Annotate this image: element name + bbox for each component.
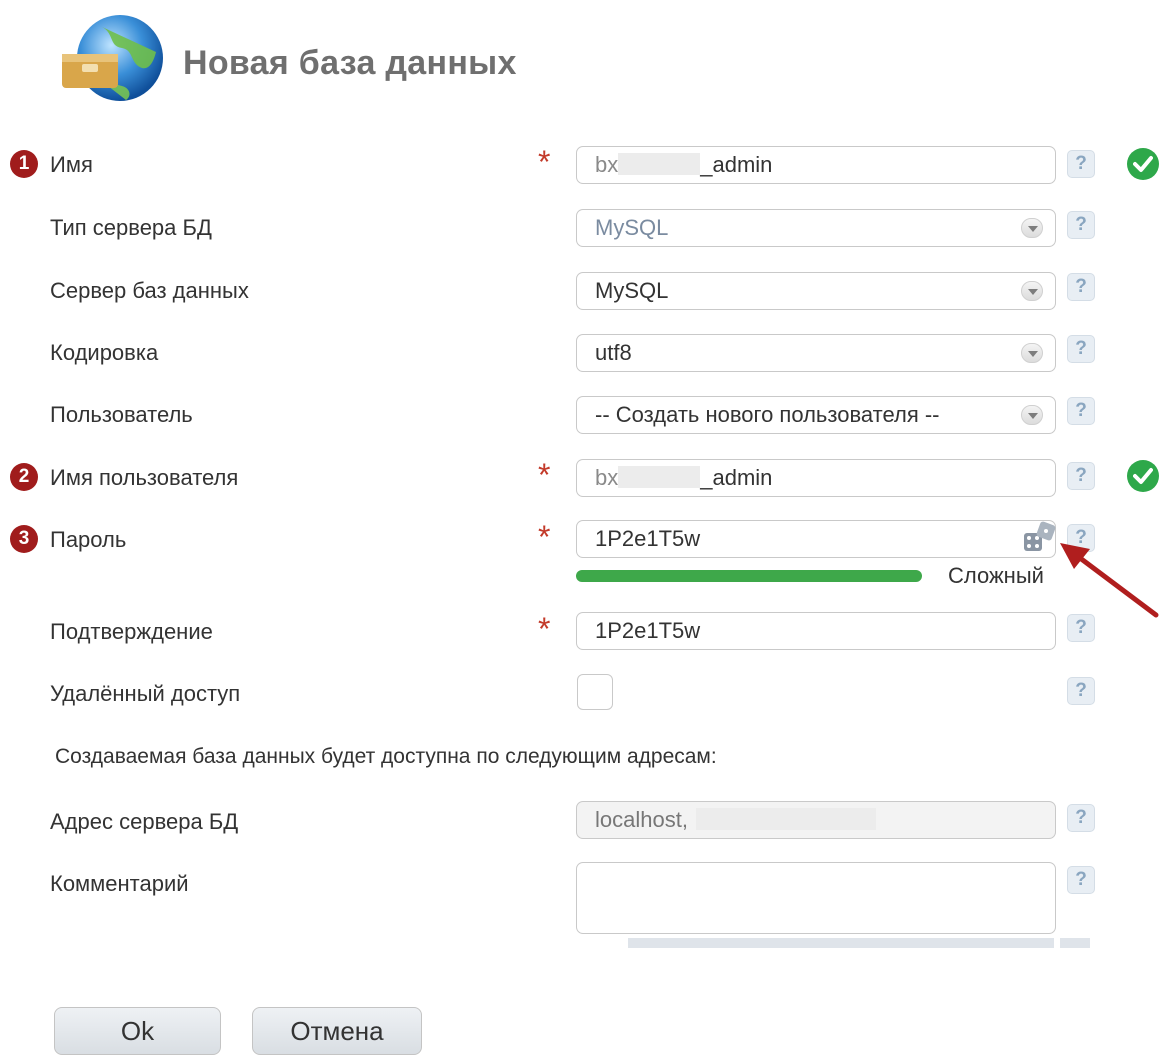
username-label: 2 Имя пользователя: [10, 463, 238, 491]
comment-textarea[interactable]: [576, 862, 1056, 934]
name-input[interactable]: bx _admin: [576, 146, 1056, 184]
password-label: 3 Пароль: [10, 525, 126, 553]
chevron-down-icon[interactable]: [1021, 405, 1043, 425]
cancel-button[interactable]: Отмена: [252, 1007, 422, 1055]
remote-access-checkbox[interactable]: [577, 674, 613, 710]
db-server-label: Сервер баз данных: [50, 278, 249, 303]
password-input[interactable]: 1P2e1T5w: [576, 520, 1056, 558]
password-strength-bar: [576, 570, 922, 582]
redacted-area: [618, 466, 701, 488]
confirm-password-input[interactable]: 1P2e1T5w: [576, 612, 1056, 650]
required-marker: *: [538, 611, 551, 647]
help-icon[interactable]: ?: [1067, 211, 1095, 239]
valid-check-icon: [1127, 460, 1159, 492]
horizontal-scrollbar[interactable]: [628, 938, 1054, 948]
valid-check-icon: [1127, 148, 1159, 180]
help-icon[interactable]: ?: [1067, 677, 1095, 705]
required-marker: *: [538, 457, 551, 493]
password-strength-label: Сложный: [948, 563, 1044, 588]
name-label: 1 Имя: [10, 150, 93, 178]
step-badge-2: 2: [10, 463, 38, 491]
chevron-down-icon[interactable]: [1021, 218, 1043, 238]
chevron-down-icon[interactable]: [1021, 343, 1043, 363]
user-label: Пользователь: [50, 402, 193, 427]
ok-button[interactable]: Ok: [54, 1007, 221, 1055]
server-address-field: localhost,: [576, 801, 1056, 839]
db-server-select[interactable]: MySQL: [576, 272, 1056, 310]
required-marker: *: [538, 519, 551, 555]
help-icon[interactable]: ?: [1067, 335, 1095, 363]
page-title: Новая база данных: [183, 44, 517, 82]
redacted-area: [618, 153, 701, 175]
confirm-label: Подтверждение: [50, 619, 213, 644]
comment-label: Комментарий: [50, 871, 189, 896]
remote-access-label: Удалённый доступ: [50, 681, 241, 706]
help-icon[interactable]: ?: [1067, 804, 1095, 832]
server-type-label: Тип сервера БД: [50, 215, 212, 240]
help-icon[interactable]: ?: [1067, 273, 1095, 301]
database-globe-icon: [62, 15, 163, 101]
scrollbar-end[interactable]: [1060, 938, 1090, 948]
help-icon[interactable]: ?: [1067, 462, 1095, 490]
step-badge-1: 1: [10, 150, 38, 178]
required-marker: *: [538, 144, 551, 180]
redacted-area: [695, 808, 876, 830]
user-select[interactable]: -- Создать нового пользователя --: [576, 396, 1056, 434]
annotation-arrow: [1060, 543, 1159, 618]
help-icon[interactable]: ?: [1067, 866, 1095, 894]
address-info-text: Создаваемая база данных будет доступна п…: [55, 745, 717, 768]
help-icon[interactable]: ?: [1067, 614, 1095, 642]
help-icon[interactable]: ?: [1067, 150, 1095, 178]
chevron-down-icon[interactable]: [1021, 281, 1043, 301]
server-address-label: Адрес сервера БД: [50, 809, 239, 834]
step-badge-3: 3: [10, 525, 38, 553]
server-type-select[interactable]: MySQL: [576, 209, 1056, 247]
username-input[interactable]: bx _admin: [576, 459, 1056, 497]
help-icon[interactable]: ?: [1067, 397, 1095, 425]
encoding-select[interactable]: utf8: [576, 334, 1056, 372]
encoding-label: Кодировка: [50, 340, 159, 365]
